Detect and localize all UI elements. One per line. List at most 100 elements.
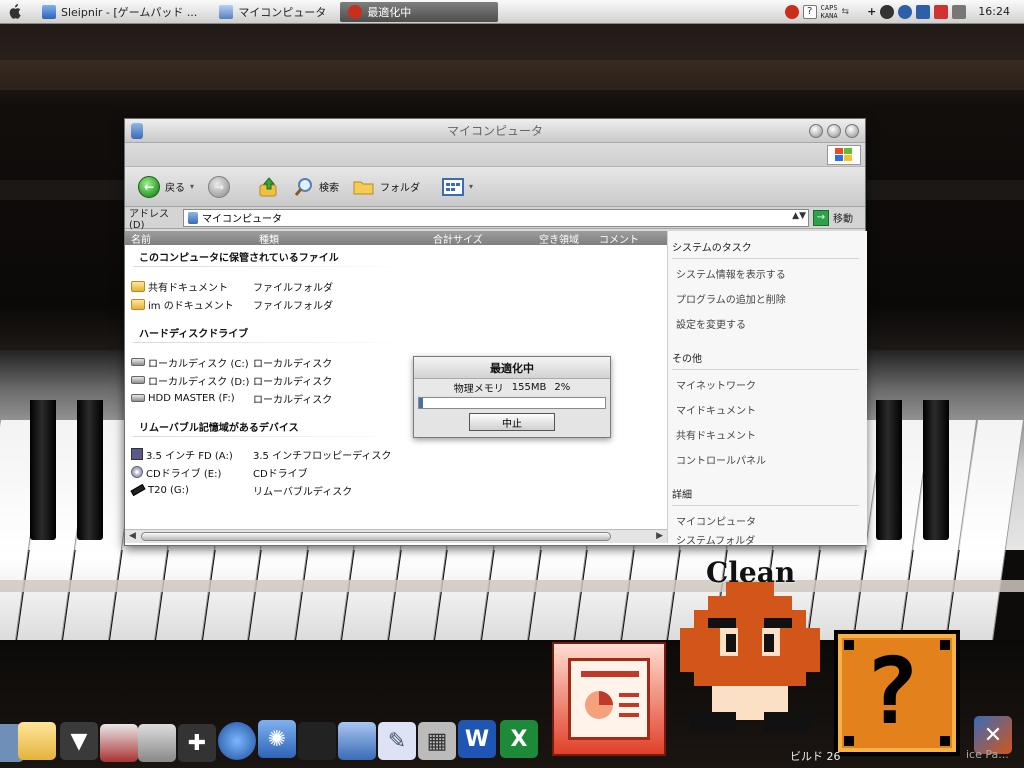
horizontal-scrollbar[interactable]: ◀ ▶ — [125, 529, 667, 543]
tray-sound-icon[interactable] — [952, 4, 967, 19]
slide-bullet — [619, 693, 639, 697]
tray-muted-icon[interactable] — [934, 4, 949, 19]
goomba-icon — [348, 4, 363, 19]
tray-bluetooth-icon[interactable] — [898, 4, 913, 19]
window-titlebar[interactable]: マイコンピュータ — [125, 119, 865, 143]
task-link[interactable]: マイドキュメント — [672, 397, 867, 422]
dock-paint-icon[interactable] — [338, 722, 376, 760]
dock-notepad-icon[interactable]: ✎ — [378, 722, 416, 760]
list-item[interactable]: CDドライブ (E:) CDドライブ — [125, 463, 667, 481]
floppy-drive-icon — [131, 448, 143, 460]
column-type[interactable]: 種類 — [253, 231, 427, 246]
column-comment[interactable]: コメント — [593, 231, 639, 246]
abort-button[interactable]: 中止 — [469, 413, 555, 431]
taskbar-item-optimizing[interactable]: 最適化中 — [340, 1, 499, 22]
tray-app-icon[interactable] — [784, 4, 799, 19]
task-link[interactable]: プログラムの追加と削除 — [672, 286, 867, 311]
tray-network-icon[interactable] — [880, 4, 895, 19]
system-tray: ? CAPS KANA ⇆ + 16:24 — [784, 4, 1024, 20]
dock-sleipnir-icon[interactable]: ✺ — [258, 720, 296, 758]
list-item[interactable]: im のドキュメント ファイルフォルダ — [125, 295, 667, 313]
dock-famicom-icon[interactable] — [100, 724, 138, 762]
task-pane-section-title[interactable]: その他 — [672, 336, 867, 365]
window-title: マイコンピュータ — [446, 124, 543, 138]
scroll-left-icon[interactable]: ◀ — [129, 531, 136, 541]
dock-gamepad-icon[interactable]: ✚ — [178, 724, 216, 762]
item-name: HDD MASTER (F:) — [148, 392, 235, 404]
tray-windows-icon[interactable] — [916, 4, 931, 19]
column-free-space[interactable]: 空き領域 — [533, 231, 593, 246]
dock-excel-icon[interactable]: X — [500, 720, 538, 758]
ime-status[interactable]: CAPS KANA — [821, 4, 838, 20]
address-input[interactable]: マイコンピュータ ▲▼ — [183, 208, 809, 227]
search-button[interactable]: 検索 — [289, 175, 344, 199]
column-total-size[interactable]: 合計サイズ — [427, 231, 533, 246]
dock-folder-icon[interactable] — [18, 722, 56, 760]
block-rivet — [844, 640, 854, 650]
task-link[interactable]: 設定を変更する — [672, 311, 867, 336]
up-folder-button[interactable] — [253, 174, 285, 200]
dialog-title[interactable]: 最適化中 — [414, 357, 610, 379]
chevron-down-icon[interactable]: ▾ — [190, 182, 194, 191]
folders-button[interactable]: フォルダ — [348, 176, 425, 198]
chevron-down-icon: ▾ — [469, 182, 474, 191]
build-label-2: ice Pa... — [966, 748, 1009, 761]
taskbar-item-sleipnir[interactable]: Sleipnir - [ゲームパッド ... — [34, 2, 205, 22]
progress-fill — [419, 398, 423, 408]
back-button[interactable]: ← 戻る ▾ — [133, 174, 199, 200]
column-name[interactable]: 名前 — [125, 231, 253, 246]
task-link[interactable]: コントロールパネル — [672, 447, 867, 472]
pie-chart-icon — [585, 691, 613, 719]
list-item[interactable]: T20 (G:) リムーバブルディスク — [125, 481, 667, 499]
hard-drive-icon — [131, 376, 145, 384]
memory-value: 155MB — [511, 381, 547, 393]
go-button[interactable]: → 移動 — [809, 209, 865, 226]
task-link[interactable]: マイネットワーク — [672, 372, 867, 397]
forward-button[interactable]: → — [203, 174, 235, 200]
item-name: im のドキュメント — [148, 300, 234, 312]
task-pane-section-title[interactable]: 詳細 — [672, 472, 867, 501]
task-pane-section-title[interactable]: システムのタスク — [672, 231, 867, 254]
dock-fox-icon[interactable]: ▼ — [60, 722, 98, 760]
dock-sfc-icon[interactable] — [138, 724, 176, 762]
go-label: 移動 — [833, 214, 853, 225]
tray-plus-button[interactable]: + — [867, 5, 876, 18]
wallpaper-stripe — [0, 60, 1024, 90]
task-pane-divider — [672, 505, 859, 506]
zoom-button[interactable] — [827, 124, 841, 138]
dock-thunderbird-icon[interactable] — [218, 722, 256, 760]
computer-icon — [188, 211, 198, 224]
slide-bullet — [619, 703, 639, 707]
list-item[interactable]: 3.5 インチ FD (A:) 3.5 インチフロッピーディスク — [125, 445, 667, 463]
item-type: ファイルフォルダ — [253, 282, 333, 294]
ime-switch-icon[interactable]: ⇆ — [842, 7, 850, 17]
dock-calculator-icon[interactable]: ▦ — [418, 722, 456, 760]
computer-icon — [131, 123, 143, 139]
views-button[interactable]: ▾ — [437, 176, 478, 198]
minimize-button[interactable] — [809, 124, 823, 138]
scrollbar-thumb[interactable] — [141, 532, 611, 541]
apple-icon[interactable] — [0, 0, 28, 24]
scroll-right-icon[interactable]: ▶ — [656, 531, 663, 541]
block-rivet — [940, 640, 950, 650]
dock-clipboard-icon[interactable] — [298, 722, 336, 760]
cd-drive-icon — [131, 466, 143, 478]
group-title: ハードディスクドライブ — [139, 329, 249, 340]
slide-title-bar — [581, 671, 639, 677]
taskbar-item-my-computer[interactable]: マイコンピュータ — [211, 2, 334, 22]
dock-word-icon[interactable]: W — [458, 720, 496, 758]
goomba-widget-icon[interactable] — [668, 582, 832, 732]
list-item[interactable]: 共有ドキュメント ファイルフォルダ — [125, 277, 667, 295]
wallpaper-ledge — [0, 580, 1024, 592]
views-icon — [442, 177, 465, 196]
help-icon[interactable]: ? — [802, 4, 817, 19]
progress-percent: 2% — [554, 381, 571, 393]
close-button[interactable] — [845, 124, 859, 138]
item-name: ローカルディスク (D:) — [148, 376, 250, 388]
folder-icon — [353, 181, 374, 194]
item-name: CDドライブ (E:) — [146, 468, 222, 480]
clock[interactable]: 16:24 — [978, 5, 1010, 18]
task-link[interactable]: システム情報を表示する — [672, 261, 867, 286]
task-link[interactable]: 共有ドキュメント — [672, 422, 867, 447]
address-dropdown-icon[interactable]: ▲▼ — [792, 211, 806, 221]
